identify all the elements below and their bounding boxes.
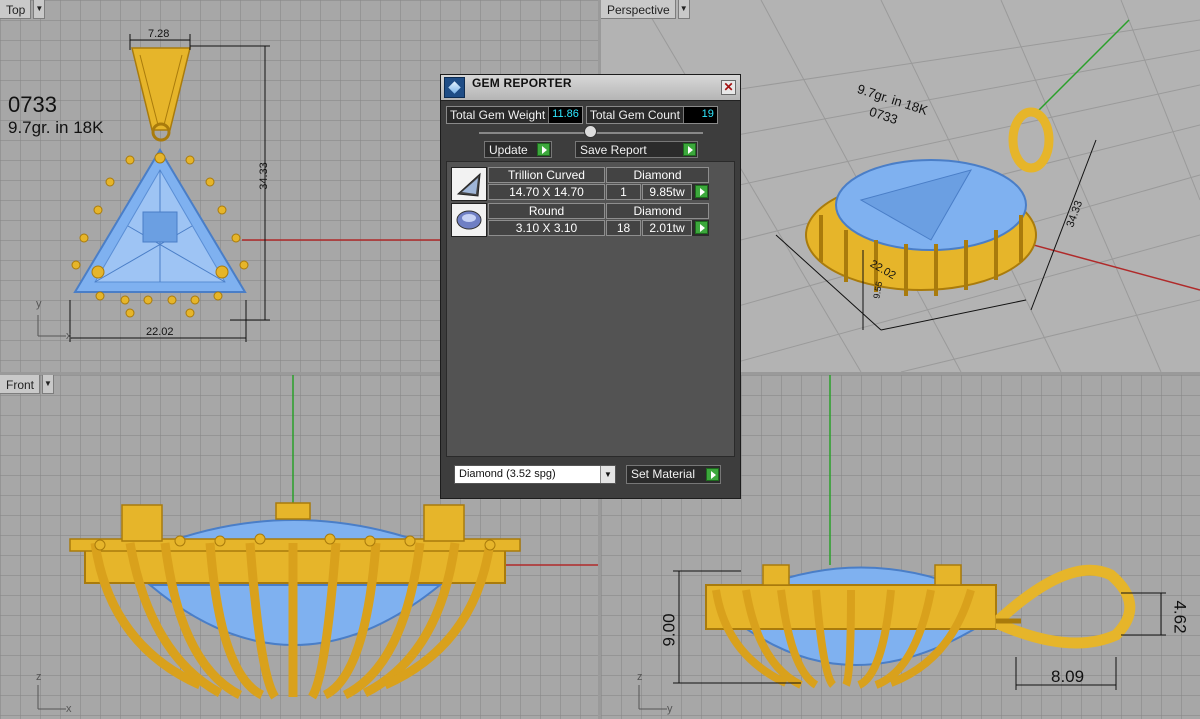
axis-z-label: z: [637, 671, 643, 683]
right-dim-height: 9.00: [659, 613, 679, 647]
viewport-name[interactable]: Front: [0, 375, 41, 394]
trillion-gem-icon: [451, 167, 487, 201]
axis-z-label: z: [36, 671, 42, 683]
total-count-value: 19: [682, 107, 717, 123]
gem-size: 3.10 X 3.10: [488, 220, 605, 236]
update-button[interactable]: Update: [484, 141, 552, 158]
gem-shape: Trillion Curved: [488, 167, 605, 183]
right-dim-loop-width: 8.09: [1051, 667, 1085, 686]
gem-row[interactable]: Round Diamond 3.10 X 3.10 18 2.01tw: [451, 203, 709, 237]
axis-y-label: y: [667, 703, 673, 715]
dim-width-label: 7.28: [148, 28, 170, 40]
gem-weight: 9.85tw: [642, 184, 692, 200]
gem-count: 18: [606, 220, 641, 236]
top-viewport-title[interactable]: Top ▼: [0, 0, 46, 19]
gem-reporter-header[interactable]: GEM REPORTER ✕: [441, 75, 740, 101]
dim-base-label: 22.02: [146, 326, 174, 338]
dim-height-label: 34.33: [257, 162, 270, 190]
chevron-down-icon[interactable]: ▼: [600, 466, 615, 483]
chevron-down-icon[interactable]: ▼: [677, 0, 690, 19]
total-weight-box: Total Gem Weight 11.86: [446, 106, 583, 124]
gem-logo-icon: [444, 77, 465, 98]
gem-weight: 2.01tw: [642, 220, 692, 236]
axis-x-label: x: [66, 330, 72, 342]
play-arrow-icon: [537, 143, 550, 156]
gem-row[interactable]: Trillion Curved Diamond 14.70 X 14.70 1 …: [451, 167, 709, 201]
viewport-name[interactable]: Top: [0, 0, 32, 19]
gem-shape: Round: [488, 203, 605, 219]
gem-summary: Total Gem Weight 11.86 Total Gem Count 1…: [446, 106, 718, 124]
save-report-button[interactable]: Save Report: [575, 141, 698, 158]
save-report-button-label: Save Report: [580, 143, 647, 157]
play-arrow-icon: [695, 185, 708, 198]
update-button-label: Update: [489, 143, 528, 157]
right-dim-loop-height: 4.62: [1170, 600, 1190, 634]
set-material-button[interactable]: Set Material: [626, 465, 721, 484]
close-icon[interactable]: ✕: [721, 80, 736, 95]
material-select[interactable]: Diamond (3.52 spg) ▼: [454, 465, 616, 484]
total-count-box: Total Gem Count 19: [585, 106, 718, 124]
chevron-down-icon[interactable]: ▼: [42, 375, 55, 394]
gem-reporter-panel[interactable]: GEM REPORTER ✕ Total Gem Weight 11.86 To…: [440, 74, 741, 499]
gem-row-action-button[interactable]: [692, 184, 709, 200]
weight-note-label: 9.7gr. in 18K: [8, 118, 104, 137]
play-arrow-icon: [706, 468, 719, 481]
part-number-label: 0733: [8, 92, 57, 117]
gem-list: Trillion Curved Diamond 14.70 X 14.70 1 …: [446, 161, 735, 457]
panel-slider-knob[interactable]: [584, 125, 597, 138]
front-viewport-title[interactable]: Front ▼: [0, 375, 55, 394]
gem-count: 1: [606, 184, 641, 200]
perspective-viewport-title[interactable]: Perspective ▼: [601, 0, 690, 19]
total-count-label: Total Gem Count: [589, 108, 680, 122]
chevron-down-icon[interactable]: ▼: [33, 0, 46, 19]
total-weight-label: Total Gem Weight: [450, 108, 546, 122]
axis-y-label: y: [36, 298, 42, 310]
gem-row-action-button[interactable]: [692, 220, 709, 236]
gem-material: Diamond: [606, 203, 709, 219]
set-material-button-label: Set Material: [631, 467, 696, 481]
play-arrow-icon: [695, 221, 708, 234]
viewport-name[interactable]: Perspective: [601, 0, 676, 19]
gem-size: 14.70 X 14.70: [488, 184, 605, 200]
round-gem-icon: [451, 203, 487, 237]
gem-reporter-title: GEM REPORTER: [472, 76, 572, 90]
total-weight-value: 11.86: [548, 107, 582, 123]
gem-material: Diamond: [606, 167, 709, 183]
axis-x-label: x: [66, 703, 72, 715]
play-arrow-icon: [683, 143, 696, 156]
material-select-value: Diamond (3.52 spg): [459, 468, 556, 480]
